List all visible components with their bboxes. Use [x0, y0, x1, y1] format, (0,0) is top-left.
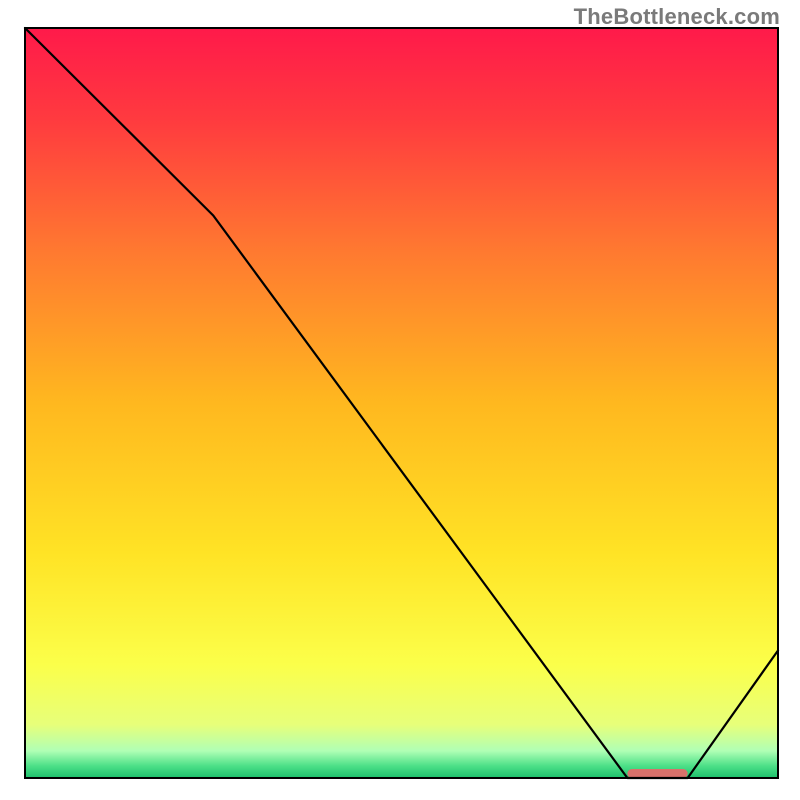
optimal-zone-marker	[627, 769, 687, 778]
chart-stage: TheBottleneck.com	[0, 0, 800, 800]
bottleneck-chart	[0, 0, 800, 800]
